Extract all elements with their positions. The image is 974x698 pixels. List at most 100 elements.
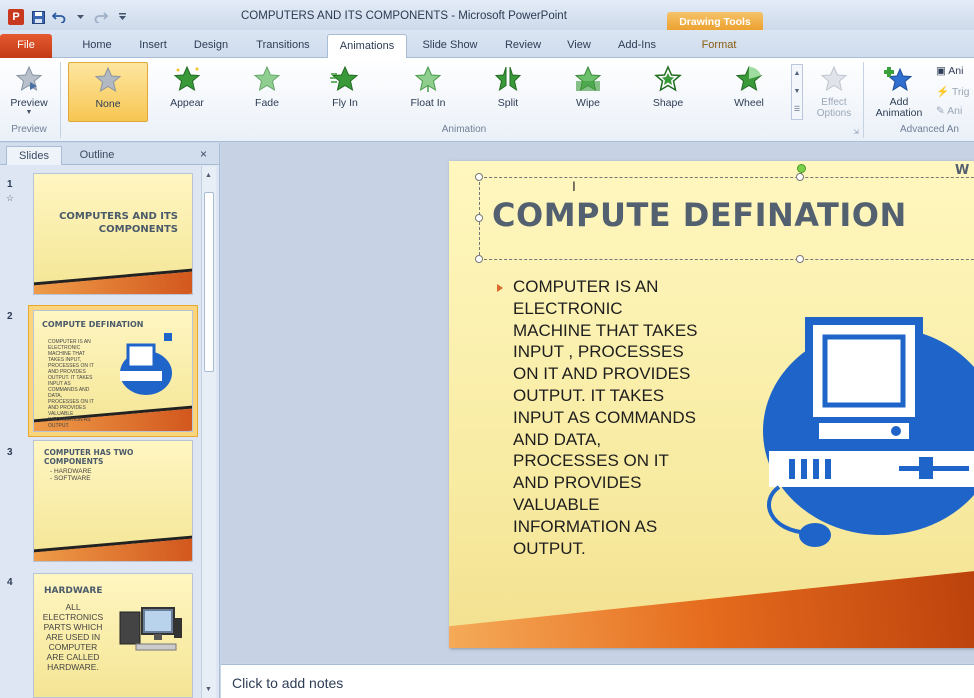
slide-corner-text: W — [955, 163, 970, 178]
animation-shape-button[interactable]: Shape — [637, 62, 699, 122]
tab-file[interactable]: File — [0, 34, 52, 58]
animation-painter-button[interactable]: ✎ Ani — [936, 105, 962, 117]
slide-number: 1 — [7, 179, 13, 190]
star-fade-icon — [253, 65, 281, 92]
thumb-band — [34, 536, 192, 561]
hardware-image-icon — [119, 607, 182, 651]
slide-thumbnail-item: - SOFTWARE — [50, 475, 91, 482]
animation-wipe-label: Wipe — [576, 97, 600, 109]
tab-slides[interactable]: Slides — [6, 146, 62, 165]
scroll-down-icon[interactable]: ▼ — [205, 686, 212, 693]
body-line: OUTPUT. IT TAKES — [513, 385, 665, 405]
star-none-icon — [94, 66, 122, 93]
animation-split-label: Split — [497, 97, 519, 109]
slide-thumbnail-title: COMPUTE DEFINATION — [42, 320, 144, 329]
save-icon[interactable] — [31, 10, 45, 24]
text-cursor-icon: I — [572, 178, 576, 194]
body-line: COMPUTER IS AN — [513, 277, 659, 296]
undo-icon[interactable] — [52, 10, 66, 24]
group-label-advanced: Advanced An — [900, 124, 959, 135]
title-placeholder[interactable]: COMPUTE DEFINATION — [475, 164, 974, 263]
animation-float-in-button[interactable]: Float In — [396, 62, 460, 122]
tab-animations[interactable]: Animations — [327, 34, 407, 59]
gallery-more-icon[interactable]: ☰ — [792, 101, 802, 119]
slide-thumbnail-4[interactable]: HARDWARE ALL ELECTRONICS PARTS WHICH ARE… — [33, 573, 193, 698]
body-line: VALUABLE — [513, 494, 600, 514]
gallery-down-icon[interactable]: ▼ — [792, 83, 802, 101]
notes-placeholder[interactable]: Click to add notes — [232, 675, 343, 691]
powerpoint-logo-icon[interactable]: P — [8, 9, 24, 25]
animation-fade-button[interactable]: Fade — [236, 62, 298, 122]
body-line: INPUT , PROCESSES — [513, 342, 684, 362]
animation-wheel-button[interactable]: Wheel — [718, 62, 780, 122]
slide-decor-band — [449, 562, 974, 648]
star-split-icon — [494, 66, 522, 92]
body-line: ON IT AND PROVIDES — [513, 364, 691, 384]
resize-handle[interactable] — [796, 255, 804, 263]
slide-thumbnail-body: COMPUTER IS AN ELECTRONIC MACHINE THAT T… — [48, 339, 94, 429]
animation-appear-button[interactable]: Appear — [156, 62, 218, 122]
trigger-icon: ⚡ — [936, 86, 950, 98]
current-slide[interactable]: W COMPUTE DEFINATION COMPUTER IS AN ELEC… — [449, 161, 974, 648]
effect-options-button[interactable]: Effect Options — [808, 62, 860, 122]
preview-button[interactable]: Preview ▼ — [2, 62, 56, 122]
slide-thumbnail-1[interactable]: COMPUTERS AND ITS COMPONENTS — [33, 173, 193, 295]
tab-home[interactable]: Home — [76, 34, 118, 58]
rotation-handle[interactable] — [797, 164, 806, 173]
animation-fly-in-button[interactable]: Fly In — [314, 62, 376, 122]
resize-handle[interactable] — [475, 173, 483, 181]
slide-thumbnail-2[interactable]: COMPUTE DEFINATION COMPUTER IS AN ELECTR… — [33, 310, 193, 432]
animation-dialog-launcher-icon[interactable]: ⇲ — [853, 128, 859, 136]
tab-view[interactable]: View — [561, 34, 597, 58]
slide-number: 3 — [7, 447, 13, 458]
undo-dropdown-icon[interactable] — [73, 10, 87, 24]
tab-add-ins[interactable]: Add-Ins — [612, 34, 662, 58]
customize-qat-icon[interactable] — [115, 10, 129, 24]
slide-title[interactable]: COMPUTE DEFINATION — [492, 196, 907, 234]
tab-transitions[interactable]: Transitions — [248, 34, 318, 58]
resize-handle[interactable] — [796, 173, 804, 181]
preview-dropdown-icon[interactable]: ▼ — [2, 109, 56, 116]
animation-fade-label: Fade — [255, 97, 279, 109]
gallery-scroll[interactable]: ▲ ▼ ☰ — [791, 64, 803, 120]
animation-fly-in-label: Fly In — [332, 97, 358, 109]
animation-painter-label: Ani — [947, 105, 963, 117]
animation-wipe-button[interactable]: Wipe — [557, 62, 619, 122]
tab-slide-show[interactable]: Slide Show — [416, 34, 484, 58]
star-shape-icon — [654, 65, 682, 92]
gallery-up-icon[interactable]: ▲ — [792, 65, 802, 83]
animation-appear-label: Appear — [170, 97, 204, 109]
effect-options-star-icon — [820, 65, 848, 92]
title-bar: P COMPUTERS AND ITS COMPONENTS - Microso… — [0, 0, 974, 32]
slide-body-text[interactable]: COMPUTER IS AN ELECTRONIC MACHINE THAT T… — [513, 276, 763, 559]
effect-options-label: Effect Options — [816, 97, 852, 119]
computer-thumb-icon — [120, 333, 172, 395]
notes-pane[interactable]: Click to add notes — [221, 664, 974, 698]
tab-format[interactable]: Format — [680, 34, 758, 58]
resize-handle[interactable] — [475, 214, 483, 222]
slides-panel-tabs: Slides Outline × — [0, 143, 219, 165]
resize-handle[interactable] — [475, 255, 483, 263]
body-line: OUTPUT. — [513, 538, 586, 558]
slides-panel-scrollbar[interactable]: ▲ ▼ — [201, 166, 216, 698]
quick-access-toolbar: P — [8, 9, 129, 25]
animation-pane-button[interactable]: ▣ Ani — [936, 65, 963, 77]
slide-thumbnail-3[interactable]: COMPUTER HAS TWO COMPONENTS - HARDWARE -… — [33, 440, 193, 562]
preview-label: Preview — [10, 97, 48, 109]
tab-outline[interactable]: Outline — [66, 146, 128, 165]
animation-none-button[interactable]: None — [68, 62, 148, 122]
window-title: COMPUTERS AND ITS COMPONENTS - Microsoft… — [241, 10, 567, 22]
add-animation-button[interactable]: Add Animation — [868, 62, 930, 122]
scroll-up-icon[interactable]: ▲ — [205, 172, 212, 179]
tab-design[interactable]: Design — [188, 34, 234, 58]
animation-split-button[interactable]: Split — [477, 62, 539, 122]
star-wipe-icon — [574, 65, 602, 92]
separator — [60, 62, 61, 138]
scroll-thumb[interactable] — [204, 192, 214, 372]
redo-icon[interactable] — [94, 10, 108, 24]
close-panel-icon[interactable]: × — [200, 147, 207, 161]
tab-insert[interactable]: Insert — [131, 34, 175, 58]
trigger-button[interactable]: ⚡ Trig — [936, 85, 970, 98]
tab-review[interactable]: Review — [498, 34, 548, 58]
body-line: AND PROVIDES — [513, 473, 642, 493]
